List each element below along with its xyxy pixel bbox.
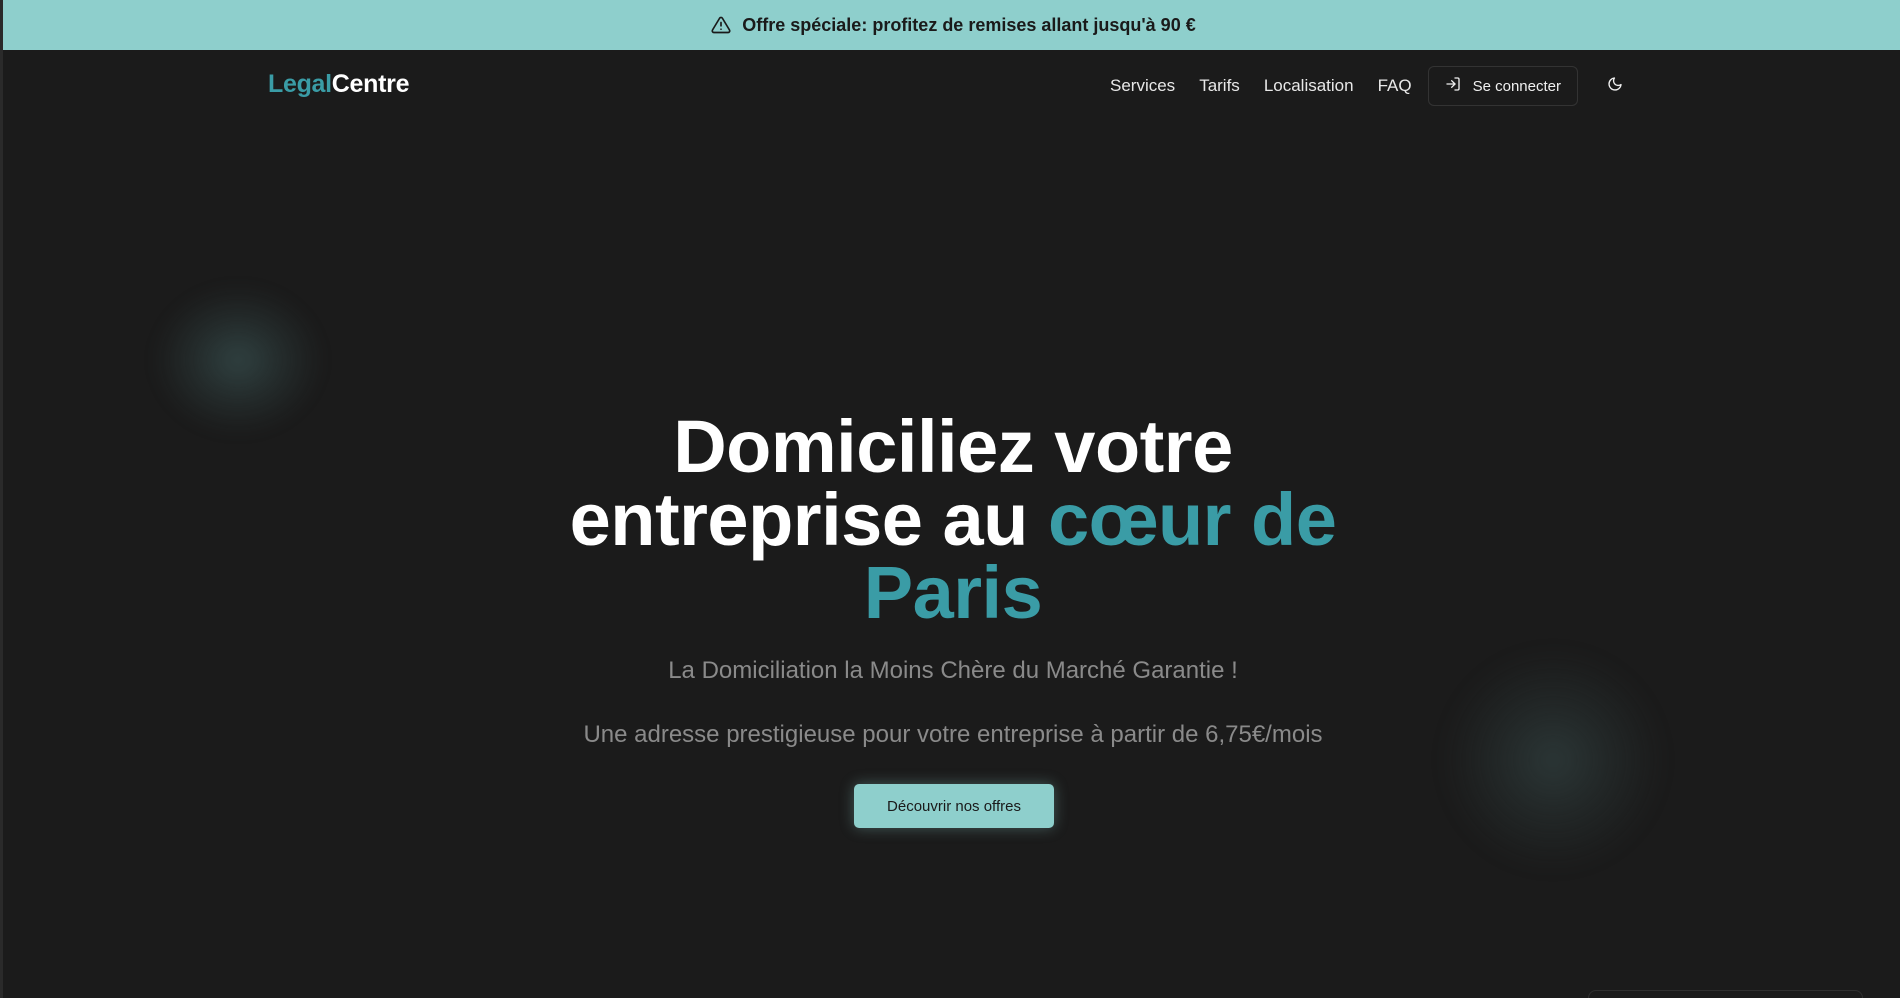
hero-title-accent-2: Paris	[863, 551, 1043, 634]
brand-logo-part-2: Centre	[331, 70, 410, 98]
nav-link-services[interactable]: Services	[1098, 76, 1187, 96]
nav-link-localisation[interactable]: Localisation	[1252, 76, 1366, 96]
warning-triangle-icon	[710, 14, 732, 36]
log-in-icon	[1445, 76, 1461, 96]
hero-title-line-2: entreprise au	[569, 478, 1048, 561]
discover-offers-button[interactable]: Découvrir nos offres	[854, 784, 1054, 828]
theme-toggle-button[interactable]	[1603, 74, 1627, 98]
brand-logo[interactable]: LegalCentre	[268, 70, 409, 99]
moon-icon	[1607, 76, 1623, 97]
promo-banner: Offre spéciale: profitez de remises alla…	[3, 0, 1900, 50]
nav-links: Services Tarifs Localisation FAQ Se conn…	[1098, 66, 1578, 106]
hero-title-line-1: Domiciliez votre	[673, 405, 1233, 488]
bottom-widget-edge	[1588, 990, 1863, 998]
nav-link-faq[interactable]: FAQ	[1366, 76, 1424, 96]
nav-link-tarifs[interactable]: Tarifs	[1187, 76, 1252, 96]
brand-logo-part-1: Legal	[268, 70, 332, 98]
login-button[interactable]: Se connecter	[1427, 66, 1578, 106]
hero-subtitle: La Domiciliation la Moins Chère du March…	[668, 657, 1238, 684]
hero-title: Domiciliez votre entreprise au cœur de P…	[503, 410, 1403, 630]
hero-tagline: Une adresse prestigieuse pour votre entr…	[583, 721, 1323, 748]
decorative-glow-left	[153, 285, 323, 435]
promo-text: Offre spéciale: profitez de remises alla…	[742, 14, 1196, 35]
page: Offre spéciale: profitez de remises alla…	[0, 0, 1900, 998]
navbar: LegalCentre Services Tarifs Localisation…	[3, 50, 1900, 122]
hero-title-accent-1: cœur de	[1047, 478, 1337, 561]
login-button-label: Se connecter	[1472, 77, 1561, 95]
